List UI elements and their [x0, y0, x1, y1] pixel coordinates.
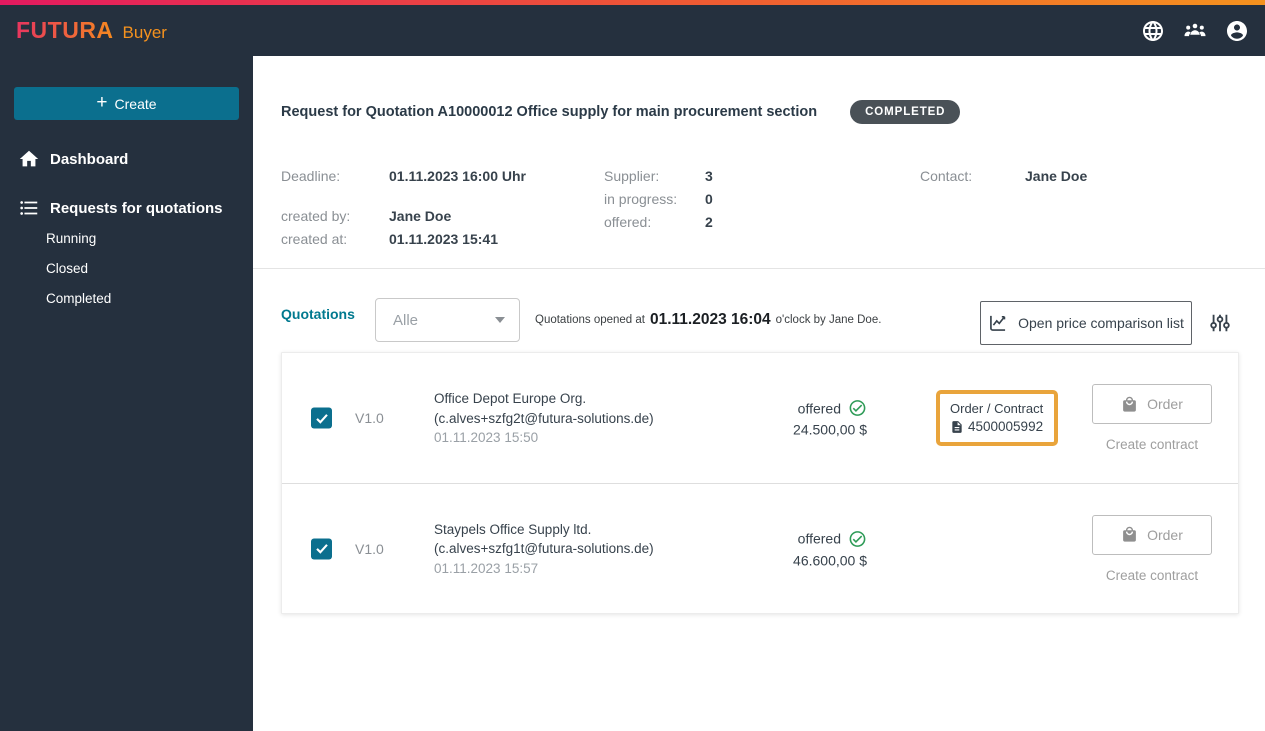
created-at-value: 01.11.2023 15:41 — [389, 231, 498, 247]
header-icons — [1141, 19, 1249, 43]
users-group-icon[interactable] — [1183, 19, 1207, 43]
in-progress-value: 0 — [705, 191, 713, 207]
offered-count-label: offered: — [604, 214, 652, 230]
quotation-version: V1.0 — [355, 410, 384, 426]
row-checkbox[interactable] — [311, 538, 332, 559]
shopping-bag-icon — [1123, 396, 1136, 412]
open-price-comparison-label: Open price comparison list — [1018, 315, 1184, 331]
offer-status-text: offered — [797, 400, 841, 416]
home-icon — [19, 150, 39, 167]
order-contract-number: 4500005992 — [968, 419, 1044, 434]
brand-logo: FUTURA Buyer — [16, 17, 167, 44]
main-content: Request for Quotation A10000012 Office s… — [253, 56, 1265, 731]
opened-suffix: o'clock by Jane Doe. — [775, 314, 882, 326]
quotation-version: V1.0 — [355, 540, 384, 557]
sidebar-item-closed[interactable]: Closed — [46, 261, 88, 276]
sidebar-item-completed[interactable]: Completed — [46, 291, 111, 306]
quotations-filter-value: Alle — [393, 311, 419, 329]
supplier-count-label: Supplier: — [604, 168, 660, 184]
sidebar-item-label: Dashboard — [50, 150, 129, 168]
quotations-filter-select[interactable]: Alle — [375, 298, 520, 342]
globe-icon[interactable] — [1141, 19, 1165, 43]
sidebar-item-requests-for-quotations[interactable]: Requests for quotations — [0, 191, 253, 225]
app-window: FUTURA Buyer + Create Dashboard Requests… — [0, 0, 1265, 731]
quotation-row: V1.0 Office Depot Europe Org. (c.alves+s… — [282, 353, 1238, 483]
create-contract-link[interactable]: Create contract — [1106, 568, 1198, 583]
shopping-bag-icon — [1123, 526, 1136, 542]
order-button[interactable]: Order — [1092, 514, 1212, 555]
check-icon — [315, 413, 328, 424]
section-divider — [253, 268, 1265, 269]
opened-time: 01.11.2023 16:04 — [649, 311, 771, 328]
deadline-label: Deadline: — [281, 168, 341, 184]
supplier-email: (c.alves+szfg1t@futura-solutions.de) — [434, 540, 654, 556]
check-circle-icon — [849, 530, 866, 547]
offered-count-value: 2 — [705, 214, 713, 230]
document-icon — [952, 420, 962, 433]
quotation-row: V1.0 Staypels Office Supply ltd. (c.alve… — [282, 483, 1238, 613]
create-button[interactable]: + Create — [14, 87, 239, 120]
status-badge: COMPLETED — [850, 100, 961, 124]
offer-price: 24.500,00 $ — [793, 421, 867, 438]
row-checkbox[interactable] — [311, 407, 332, 429]
quotation-date: 01.11.2023 15:57 — [434, 560, 539, 576]
created-by-label: created by: — [281, 208, 351, 224]
sidebar-item-running[interactable]: Running — [46, 231, 96, 246]
plus-icon: + — [96, 92, 108, 113]
order-button-label: Order — [1147, 526, 1183, 543]
chevron-down-icon — [495, 317, 505, 323]
brand-name: FUTURA — [16, 17, 114, 43]
order-actions: Order Create contract — [1092, 384, 1212, 452]
order-button[interactable]: Order — [1092, 384, 1212, 424]
opened-prefix: Quotations opened at — [535, 314, 645, 326]
contact-value: Jane Doe — [1025, 168, 1088, 184]
order-actions: Order Create contract — [1092, 514, 1212, 583]
create-contract-link[interactable]: Create contract — [1106, 437, 1198, 452]
in-progress-label: in progress: — [604, 191, 678, 207]
offer-price: 46.600,00 $ — [793, 552, 867, 568]
sidebar-item-dashboard[interactable]: Dashboard — [0, 142, 253, 176]
contact-label: Contact: — [920, 168, 973, 184]
account-icon[interactable] — [1225, 19, 1249, 43]
create-button-label: Create — [114, 95, 157, 112]
supplier-info: Staypels Office Supply ltd. (c.alves+szf… — [434, 519, 654, 578]
supplier-email: (c.alves+szfg2t@futura-solutions.de) — [434, 410, 654, 426]
filter-sliders-icon[interactable] — [1209, 312, 1231, 334]
supplier-count-value: 3 — [705, 168, 713, 184]
offer-status-text: offered — [797, 530, 841, 547]
created-at-label: created at: — [281, 231, 348, 247]
supplier-name: Office Depot Europe Org. — [434, 390, 587, 406]
deadline-value: 01.11.2023 16:00 Uhr — [389, 168, 526, 184]
created-by-value: Jane Doe — [389, 208, 452, 224]
order-contract-highlight-box[interactable]: Order / Contract 4500005992 — [936, 390, 1058, 446]
quotations-section-label: Quotations — [281, 306, 355, 322]
order-contract-label: Order / Contract — [950, 401, 1044, 416]
brand-suffix: Buyer — [122, 23, 167, 42]
app-header: FUTURA Buyer — [0, 5, 1265, 56]
list-icon — [20, 201, 38, 215]
page-title: Request for Quotation A10000012 Office s… — [281, 104, 818, 120]
check-icon — [315, 544, 328, 554]
quotations-panel: V1.0 Office Depot Europe Org. (c.alves+s… — [281, 352, 1239, 614]
quotations-opened-text: Quotations opened at 01.11.2023 16:04 o'… — [535, 298, 881, 342]
order-button-label: Order — [1147, 396, 1183, 412]
line-chart-icon — [990, 315, 1006, 331]
offer-status-block: offered 46.600,00 $ — [747, 529, 867, 569]
sidebar-item-label: Requests for quotations — [50, 199, 223, 217]
supplier-name: Staypels Office Supply ltd. — [434, 521, 592, 537]
check-circle-icon — [849, 400, 866, 416]
offer-status-block: offered 24.500,00 $ — [747, 399, 867, 438]
open-price-comparison-button[interactable]: Open price comparison list — [980, 301, 1192, 345]
sidebar: + Create Dashboard Requests for quotatio… — [0, 56, 253, 731]
quotation-date: 01.11.2023 15:50 — [434, 429, 539, 445]
supplier-info: Office Depot Europe Org. (c.alves+szfg2t… — [434, 389, 654, 448]
